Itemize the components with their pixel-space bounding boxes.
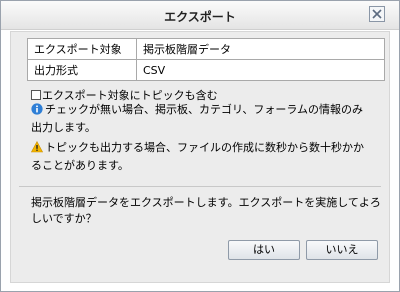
confirmation-message: 掲示板階層データをエクスポートします。エクスポートを実施してよろしいですか？ [31, 196, 381, 225]
export-target-value: 掲示板階層データ [136, 38, 385, 60]
info-icon [31, 103, 43, 120]
export-settings-table: エクスポート対象 掲示板階層データ 出力形式 CSV [27, 38, 385, 81]
warning-note-text: トピックも出力する場合、ファイルの作成に数秒から数十秒かかることがあります。 [31, 141, 364, 172]
info-note: チェックが無い場合、掲示板、カテゴリ、フォーラムの情報のみ出力します。 [31, 102, 371, 136]
dialog-body: エクスポート対象 掲示板階層データ 出力形式 CSV エクスポート対象にトピック… [10, 31, 390, 283]
include-topics-option[interactable]: エクスポート対象にトピックも含む [31, 87, 218, 103]
export-dialog: エクスポート エクスポート対象 掲示板階層データ 出力形式 CSV エクスポート… [0, 0, 400, 292]
title-bar: エクスポート [1, 1, 399, 30]
output-format-label: 出力形式 [27, 59, 137, 81]
info-note-text: チェックが無い場合、掲示板、カテゴリ、フォーラムの情報のみ出力します。 [31, 103, 364, 134]
divider [19, 186, 381, 187]
close-button[interactable] [369, 6, 385, 22]
warning-icon [30, 140, 44, 158]
no-button[interactable]: いいえ [306, 240, 378, 260]
yes-button[interactable]: はい [228, 240, 300, 260]
table-row: エクスポート対象 掲示板階層データ [27, 38, 385, 60]
dialog-title: エクスポート [164, 10, 236, 24]
include-topics-checkbox[interactable] [31, 90, 41, 100]
warning-note: トピックも出力する場合、ファイルの作成に数秒から数十秒かかることがあります。 [30, 140, 371, 174]
close-icon [372, 9, 382, 19]
output-format-value: CSV [136, 59, 385, 81]
export-target-label: エクスポート対象 [27, 38, 137, 60]
table-row: 出力形式 CSV [27, 59, 385, 81]
include-topics-label: エクスポート対象にトピックも含む [42, 89, 218, 102]
